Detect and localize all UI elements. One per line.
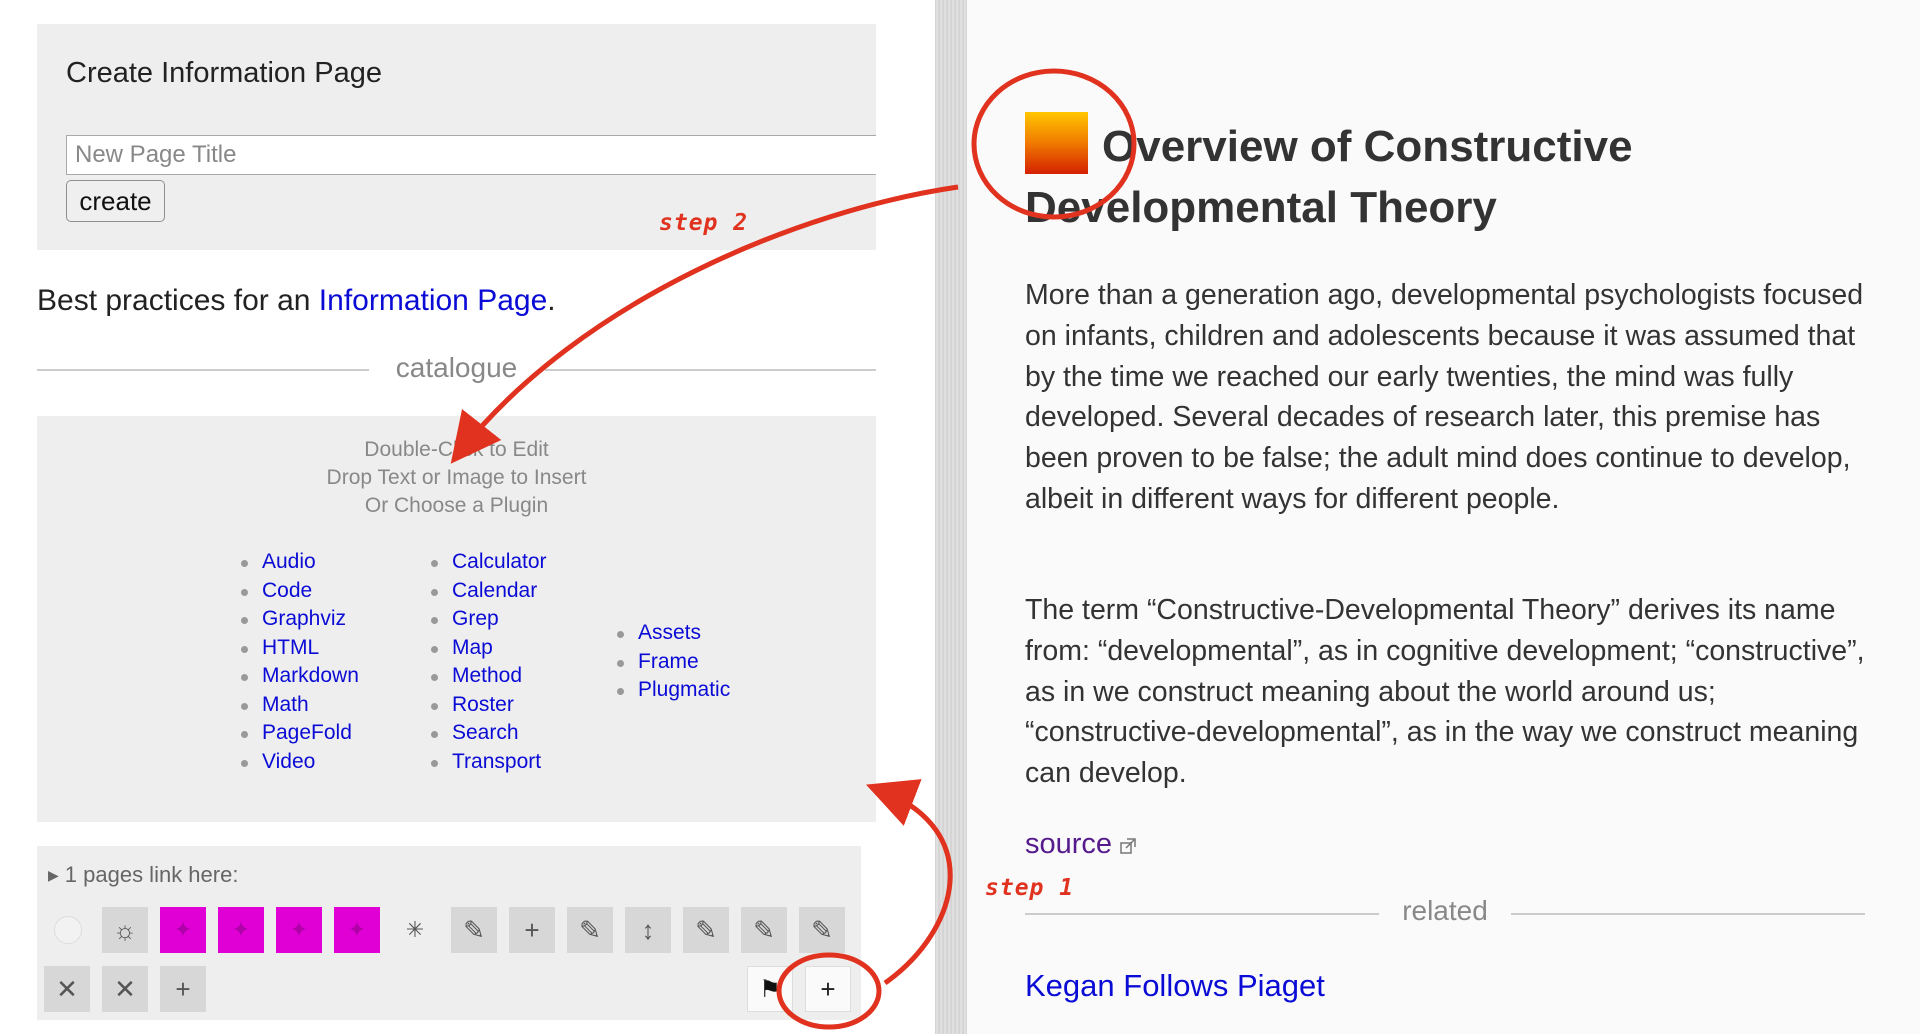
- plugin-item[interactable]: Markdown: [241, 662, 359, 691]
- plugin-link-calculator[interactable]: Calculator: [452, 550, 547, 573]
- left-page-panel: Create Information Page create Best prac…: [0, 0, 935, 1034]
- create-panel-title: Create Information Page: [66, 57, 382, 89]
- plugin-item[interactable]: HTML: [241, 634, 359, 663]
- plugin-link-audio[interactable]: Audio: [262, 550, 316, 573]
- source-link-label: source: [1025, 828, 1113, 860]
- new-page-title-input[interactable]: [66, 135, 876, 175]
- sun-icon[interactable]: ☼: [102, 907, 148, 953]
- plugin-link-pagefold[interactable]: PageFold: [262, 721, 352, 744]
- related-page-link[interactable]: Kegan Follows Piaget: [1025, 968, 1325, 1004]
- plugin-link-transport[interactable]: Transport: [452, 750, 541, 773]
- plugin-link-markdown[interactable]: Markdown: [262, 664, 359, 687]
- create-page-panel: Create Information Page create: [37, 24, 876, 250]
- external-link-icon: [1120, 838, 1136, 854]
- plugin-item[interactable]: Calendar: [431, 577, 547, 606]
- plugin-item[interactable]: Assets: [617, 619, 730, 648]
- page-footer: ▶ 1 pages link here: ☼ ✦ ✦ ✦ ✦ ✳ ✎ + ✎ ↕ …: [37, 846, 861, 1020]
- hint-double-click: Double-Click to Edit: [364, 438, 549, 461]
- pencil-icon[interactable]: ✎: [741, 907, 787, 953]
- plugin-link-search[interactable]: Search: [452, 721, 519, 744]
- best-practices-prefix: Best practices for an: [37, 284, 319, 317]
- plugin-link-plugmatic[interactable]: Plugmatic: [638, 678, 730, 701]
- fork-icon[interactable]: ✦: [160, 907, 206, 953]
- plugin-item[interactable]: Transport: [431, 748, 547, 777]
- plugin-item[interactable]: Grep: [431, 605, 547, 634]
- best-practices-text: Best practices for an Information Page.: [37, 284, 556, 318]
- plugin-link-grep[interactable]: Grep: [452, 607, 499, 630]
- backlinks-toggle[interactable]: ▶ 1 pages link here:: [48, 862, 238, 888]
- pencil-icon[interactable]: ✎: [567, 907, 613, 953]
- information-page-link[interactable]: Information Page: [319, 284, 547, 317]
- plugin-item[interactable]: PageFold: [241, 719, 359, 748]
- close-icon[interactable]: ✕: [102, 966, 148, 1012]
- plugin-item[interactable]: Graphviz: [241, 605, 359, 634]
- plugin-item[interactable]: Calculator: [431, 548, 547, 577]
- plugin-item[interactable]: Code: [241, 577, 359, 606]
- plugin-item[interactable]: Video: [241, 748, 359, 777]
- pencil-icon[interactable]: ✎: [451, 907, 497, 953]
- plugin-link-frame[interactable]: Frame: [638, 650, 699, 673]
- flag-icon[interactable]: ⚑: [747, 966, 793, 1012]
- fork-icon[interactable]: ✦: [276, 907, 322, 953]
- asterisk-icon[interactable]: ✳: [392, 907, 438, 953]
- plugin-item[interactable]: Map: [431, 634, 547, 663]
- right-page-panel: Overview of Constructive Developmental T…: [967, 0, 1920, 1034]
- plugin-link-video[interactable]: Video: [262, 750, 315, 773]
- move-icon[interactable]: ↕: [625, 907, 671, 953]
- step-1-label: step 1: [985, 875, 1075, 901]
- paragraph[interactable]: The term “Constructive-Developmental The…: [1025, 590, 1865, 794]
- pane-separator: [935, 0, 967, 1034]
- plus-icon[interactable]: +: [509, 907, 555, 953]
- plugin-item[interactable]: Audio: [241, 548, 359, 577]
- plugin-link-calendar[interactable]: Calendar: [452, 579, 537, 602]
- hint-drop: Drop Text or Image to Insert: [326, 466, 587, 489]
- plugin-item[interactable]: Math: [241, 691, 359, 720]
- journal-dot-icon[interactable]: [54, 916, 82, 944]
- plugin-list-column-1: Audio Code Graphviz HTML Markdown Math P…: [241, 548, 359, 776]
- pencil-icon[interactable]: ✎: [799, 907, 845, 953]
- backlinks-label: 1 pages link here:: [64, 862, 239, 887]
- plugin-link-roster[interactable]: Roster: [452, 693, 514, 716]
- plugin-list-column-2: Calculator Calendar Grep Map Method Rost…: [431, 548, 547, 776]
- hint-choose-plugin: Or Choose a Plugin: [364, 494, 549, 517]
- plugin-link-html[interactable]: HTML: [262, 636, 319, 659]
- related-heading: related: [1025, 895, 1865, 931]
- plugin-link-method[interactable]: Method: [452, 664, 522, 687]
- plugin-item[interactable]: Frame: [617, 648, 730, 677]
- plugin-link-graphviz[interactable]: Graphviz: [262, 607, 346, 630]
- plus-icon[interactable]: +: [160, 966, 206, 1012]
- plugin-link-assets[interactable]: Assets: [638, 621, 701, 644]
- create-button[interactable]: create: [66, 180, 165, 222]
- plugin-item[interactable]: Roster: [431, 691, 547, 720]
- disclosure-triangle-icon: ▶: [48, 867, 59, 883]
- page-title: Overview of Constructive Developmental T…: [1025, 122, 1633, 232]
- fork-icon[interactable]: ✦: [334, 907, 380, 953]
- plugin-link-map[interactable]: Map: [452, 636, 493, 659]
- catalogue-heading: catalogue: [37, 352, 876, 386]
- step-2-label: step 2: [659, 210, 749, 236]
- plugin-link-math[interactable]: Math: [262, 693, 309, 716]
- plus-icon[interactable]: +: [805, 966, 851, 1012]
- best-practices-suffix: .: [547, 284, 556, 317]
- catalogue-label: catalogue: [395, 352, 518, 383]
- plugin-link-code[interactable]: Code: [262, 579, 312, 602]
- factory-catalogue[interactable]: Double-Click to Edit Drop Text or Image …: [37, 416, 876, 822]
- plugin-item[interactable]: Search: [431, 719, 547, 748]
- source-link[interactable]: source: [1025, 828, 1136, 861]
- plugin-list-column-3: Assets Frame Plugmatic: [617, 619, 730, 705]
- close-icon[interactable]: ✕: [44, 966, 90, 1012]
- pencil-icon[interactable]: ✎: [683, 907, 729, 953]
- paragraph[interactable]: More than a generation ago, developmenta…: [1025, 275, 1865, 520]
- plugin-item[interactable]: Plugmatic: [617, 676, 730, 705]
- plugin-item[interactable]: Method: [431, 662, 547, 691]
- fork-icon[interactable]: ✦: [218, 907, 264, 953]
- related-label: related: [1402, 895, 1488, 926]
